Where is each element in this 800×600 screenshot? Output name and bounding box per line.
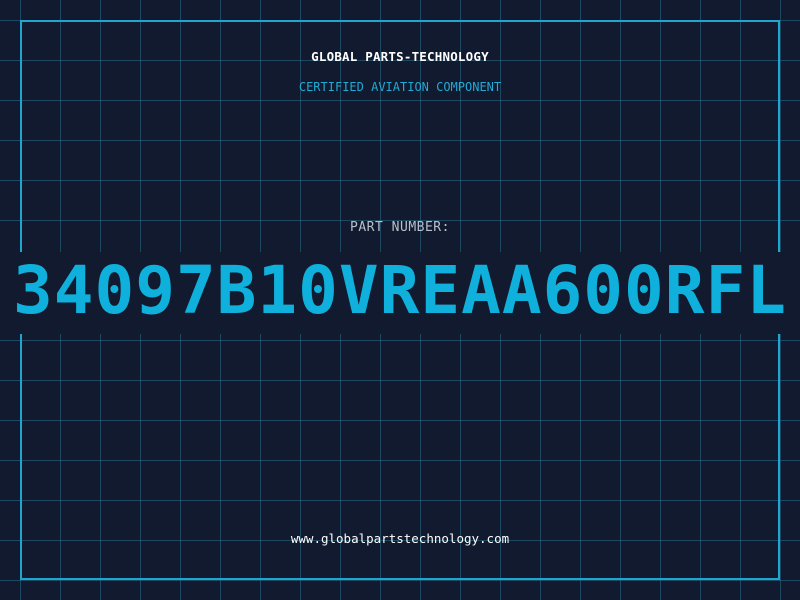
brand-subtitle: CERTIFIED AVIATION COMPONENT [298,80,502,94]
part-number-value: 34097B10VREAA600RFL [13,252,787,329]
part-number-band: 34097B10VREAA600RFL [0,252,800,334]
brand-title: GLOBAL PARTS-TECHNOLOGY [311,49,489,64]
website-url: www.globalpartstechnology.com [290,531,510,546]
part-number-label: PART NUMBER: [350,220,450,235]
